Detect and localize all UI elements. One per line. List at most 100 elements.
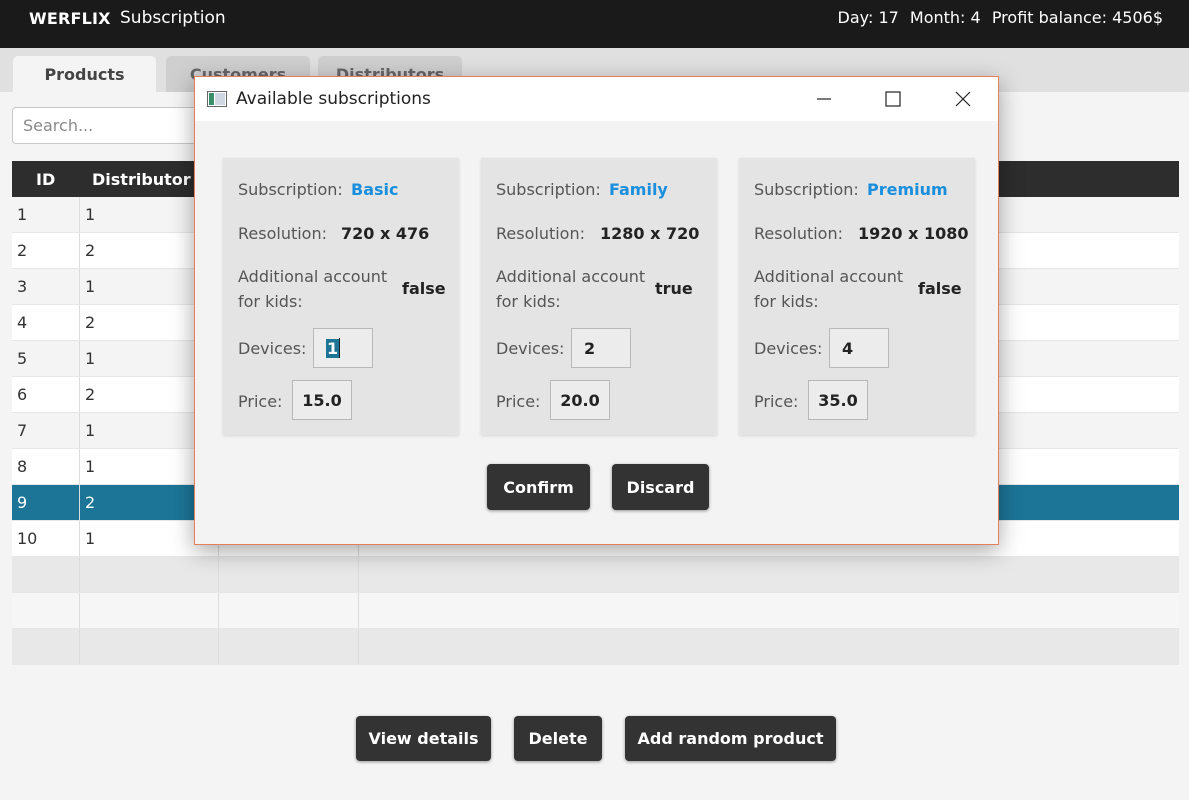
- devices-label: Devices:: [754, 339, 823, 358]
- empty-row: [12, 557, 1179, 593]
- plan-kids-account: false: [402, 279, 446, 298]
- cell-distributor: 2: [85, 313, 96, 332]
- devices-field[interactable]: 4: [829, 328, 889, 368]
- discard-button[interactable]: Discard: [612, 464, 709, 510]
- column-divider: [358, 629, 359, 664]
- column-divider: [79, 341, 80, 376]
- kids-label: Additional account: [496, 267, 646, 286]
- close-icon: [955, 91, 971, 107]
- subscriptions-dialog: Available subscriptions Subscription: Bas…: [194, 76, 999, 545]
- column-divider: [79, 413, 80, 448]
- price-field[interactable]: 15.0: [292, 380, 352, 420]
- kids-label: Additional account: [238, 267, 388, 286]
- column-divider: [79, 485, 80, 520]
- column-header-distributor[interactable]: Distributor I: [92, 170, 202, 189]
- stats-bar: Day: 17 Month: 4 Profit balance: 4506$: [832, 8, 1163, 27]
- text-caret: [339, 338, 341, 358]
- cell-id: 8: [17, 457, 28, 476]
- plan-resolution: 720 x 476: [341, 224, 430, 243]
- resolution-label: Resolution:: [238, 224, 327, 243]
- subscription-label: Subscription:: [754, 180, 859, 199]
- subscription-label: Subscription:: [238, 180, 343, 199]
- day-stat: Day: 17: [837, 8, 899, 27]
- plan-kids-account: true: [655, 279, 693, 298]
- subscription-label: Subscription:: [496, 180, 601, 199]
- column-divider: [218, 629, 219, 664]
- cell-id: 4: [17, 313, 28, 332]
- dialog-title: Available subscriptions: [236, 89, 431, 109]
- plan-resolution: 1280 x 720: [600, 224, 700, 243]
- cell-distributor: 2: [85, 241, 96, 260]
- cell-distributor: 2: [85, 493, 96, 512]
- column-divider: [79, 233, 80, 268]
- price-label: Price:: [496, 392, 541, 411]
- price-field[interactable]: 20.0: [550, 380, 610, 420]
- column-divider: [79, 557, 80, 592]
- plan-kids-account: false: [918, 279, 962, 298]
- cell-distributor: 1: [85, 421, 96, 440]
- delete-button[interactable]: Delete: [514, 716, 602, 761]
- kids-label-line2: for kids:: [754, 292, 819, 311]
- plan-name: Family: [609, 180, 668, 199]
- column-divider: [79, 521, 80, 556]
- cell-id: 5: [17, 349, 28, 368]
- close-button[interactable]: [940, 77, 986, 121]
- kids-label-line2: for kids:: [238, 292, 303, 311]
- devices-field[interactable]: 2: [571, 328, 631, 368]
- column-divider: [79, 305, 80, 340]
- tab-products[interactable]: Products: [13, 56, 156, 92]
- price-label: Price:: [238, 392, 283, 411]
- column-divider: [358, 557, 359, 592]
- cell-distributor: 1: [85, 205, 96, 224]
- kids-label-line2: for kids:: [496, 292, 561, 311]
- brand-logo: WERFLIX: [29, 9, 111, 28]
- cell-distributor: 1: [85, 457, 96, 476]
- price-value: 20.0: [560, 390, 600, 410]
- cell-id: 2: [17, 241, 28, 260]
- plan-card: Subscription: Premium Resolution: 1920 x 10…: [739, 158, 975, 435]
- cell-distributor: 2: [85, 385, 96, 404]
- minimize-button[interactable]: [801, 77, 847, 121]
- add-random-product-button[interactable]: Add random product: [625, 716, 836, 761]
- column-divider: [79, 377, 80, 412]
- resolution-label: Resolution:: [496, 224, 585, 243]
- maximize-button[interactable]: [870, 77, 916, 121]
- devices-value: 1: [326, 338, 340, 358]
- plan-card: Subscription: Family Resolution: 1280 x 720…: [481, 158, 717, 435]
- price-field[interactable]: 35.0: [808, 380, 868, 420]
- column-divider: [358, 593, 359, 628]
- kids-label: Additional account: [754, 267, 904, 286]
- month-stat: Month: 4: [909, 8, 981, 27]
- column-divider: [79, 629, 80, 664]
- column-divider: [218, 557, 219, 592]
- resolution-label: Resolution:: [754, 224, 843, 243]
- price-value: 15.0: [302, 390, 342, 410]
- empty-row: [12, 629, 1179, 665]
- maximize-icon: [885, 91, 901, 107]
- plan-card: Subscription: Basic Resolution: 720 x 476 Ad…: [223, 158, 459, 435]
- empty-row: [12, 593, 1179, 629]
- cell-distributor: 1: [85, 349, 96, 368]
- plan-resolution: 1920 x 1080: [858, 224, 969, 243]
- devices-label: Devices:: [496, 339, 565, 358]
- cell-id: 1: [17, 205, 28, 224]
- devices-value: 4: [842, 338, 854, 358]
- top-bar: WERFLIX Subscription Day: 17 Month: 4 Pr…: [0, 0, 1189, 48]
- plan-name: Premium: [867, 180, 948, 199]
- cell-distributor: 1: [85, 277, 96, 296]
- minimize-icon: [817, 98, 831, 100]
- column-header-id[interactable]: ID: [36, 170, 55, 189]
- balance-stat: Profit balance: 4506$: [991, 8, 1163, 27]
- dialog-titlebar[interactable]: Available subscriptions: [195, 77, 998, 121]
- cell-id: 9: [17, 493, 28, 512]
- page-title: Subscription: [120, 8, 226, 28]
- column-divider: [79, 449, 80, 484]
- cell-id: 10: [17, 529, 38, 548]
- column-divider: [218, 593, 219, 628]
- devices-field[interactable]: 1: [313, 328, 373, 368]
- price-label: Price:: [754, 392, 799, 411]
- search-input[interactable]: [12, 107, 212, 144]
- view-details-button[interactable]: View details: [356, 716, 491, 761]
- confirm-button[interactable]: Confirm: [487, 464, 590, 510]
- cell-id: 6: [17, 385, 28, 404]
